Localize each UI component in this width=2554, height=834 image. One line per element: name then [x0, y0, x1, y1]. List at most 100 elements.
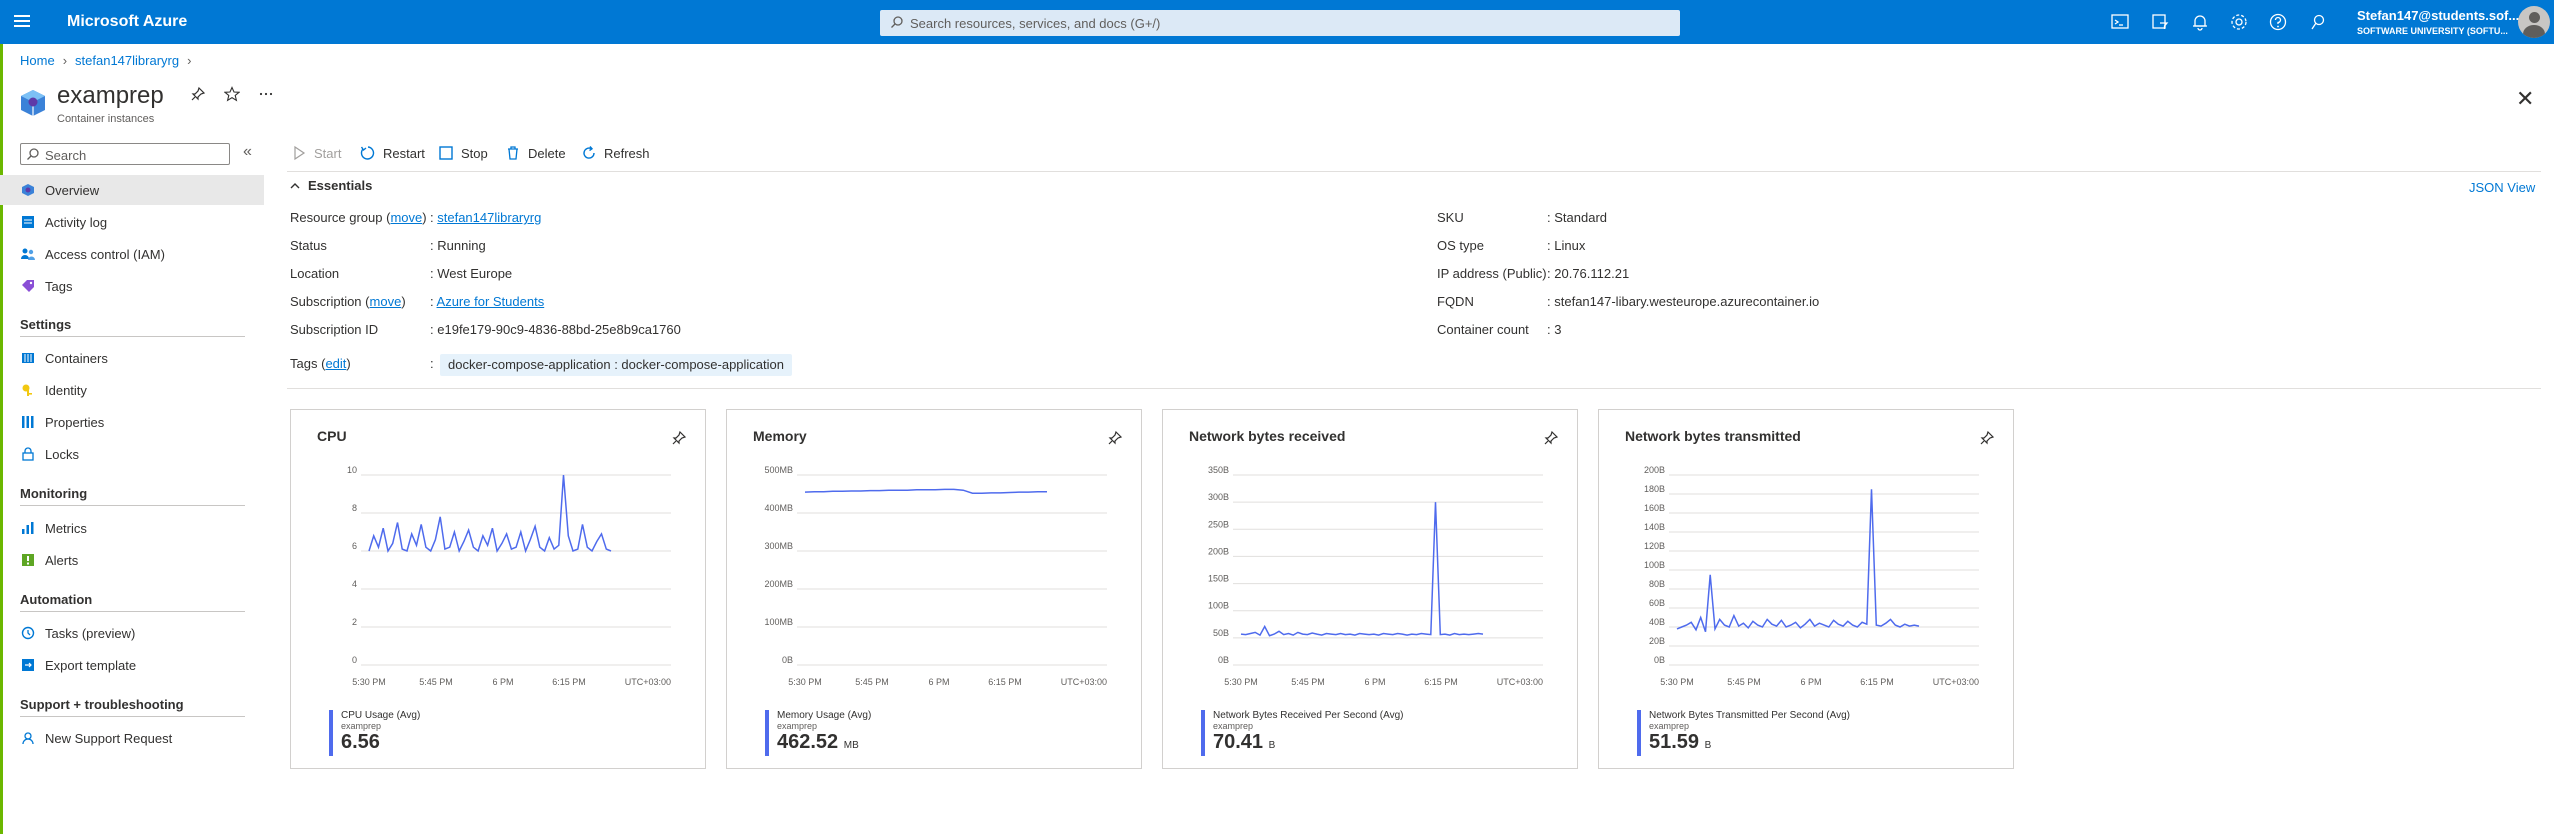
divider [20, 716, 245, 717]
stop-button[interactable]: Stop [438, 145, 488, 161]
pin-icon[interactable] [190, 86, 206, 102]
chevron-right-icon: › [62, 53, 68, 68]
tags-row: Tags (edit) [290, 356, 351, 371]
directory-filter-icon[interactable] [2150, 12, 2170, 32]
portal-brand[interactable]: Microsoft Azure [67, 13, 187, 31]
y-tick-label: 6 [352, 541, 357, 551]
x-tick-label: UTC+03:00 [625, 677, 671, 687]
sidebar-item-new-support-request[interactable]: New Support Request [0, 723, 264, 753]
sidebar-item-label: Metrics [45, 520, 87, 536]
breadcrumb-home[interactable]: Home [20, 53, 55, 68]
y-tick-label: 0B [1218, 655, 1229, 665]
start-button[interactable]: Start [291, 145, 341, 161]
avatar[interactable] [2518, 6, 2550, 38]
sidebar-item-tasks[interactable]: Tasks (preview) [0, 618, 264, 648]
user-email[interactable]: Stefan147@students.sof... [2357, 8, 2519, 23]
sidebar-item-metrics[interactable]: Metrics [0, 513, 264, 543]
colon: : [430, 210, 434, 225]
move-resource-group-link[interactable]: move [390, 210, 422, 225]
tags-label: Tags [290, 356, 318, 371]
sku-row: : Standard [1547, 210, 1607, 225]
properties-icon [20, 414, 36, 430]
help-icon[interactable] [2268, 12, 2288, 32]
y-tick-label: 140B [1644, 522, 1665, 532]
x-tick-label: 5:45 PM [855, 677, 889, 687]
refresh-button[interactable]: Refresh [581, 145, 650, 161]
legend-value: 70.41 [1213, 731, 1264, 753]
y-tick-label: 160B [1644, 503, 1665, 513]
sidebar-group-monitoring: Monitoring [20, 486, 88, 501]
notifications-icon[interactable] [2190, 12, 2210, 32]
close-icon[interactable]: ✕ [2516, 86, 2534, 112]
colon: : [430, 238, 434, 253]
sidebar-item-activity-log[interactable]: Activity log [0, 207, 264, 237]
sidebar-item-label: Containers [45, 350, 108, 366]
sidebar-item-alerts[interactable]: Alerts [0, 545, 264, 575]
feedback-icon[interactable] [2308, 12, 2328, 32]
sidebar-item-locks[interactable]: Locks [0, 439, 264, 469]
metrics-icon [20, 520, 36, 536]
legend-metric: Memory Usage (Avg) [777, 710, 872, 721]
colon: : [1547, 294, 1551, 309]
chart-card-memory[interactable]: Memory 0B 100MB 200MB 300MB 400MB 500MB 5:30 P… [726, 409, 1142, 769]
chart-card-network-received[interactable]: Network bytes received 0B 50B 100B 150B 200B… [1162, 409, 1578, 769]
legend-resource: examprep [1213, 721, 1254, 731]
x-tick-label: 6:15 PM [1424, 677, 1458, 687]
move-subscription-link[interactable]: move [370, 294, 402, 309]
fqdn-row: : stefan147-libary.westeurope.azureconta… [1547, 294, 1819, 309]
tag-chip[interactable]: docker-compose-application : docker-comp… [440, 354, 793, 376]
chart-legend: CPU Usage (Avg) examprep 6.56 [329, 710, 420, 756]
header-actions [190, 86, 274, 102]
resource-group-link[interactable]: stefan147libraryrg [437, 210, 541, 225]
more-icon[interactable] [258, 86, 274, 102]
sidebar-item-access-control[interactable]: Access control (IAM) [0, 239, 264, 269]
essentials-toggle[interactable]: Essentials [290, 178, 372, 193]
sidebar-item-tags[interactable]: Tags [0, 271, 264, 301]
sidebar-item-properties[interactable]: Properties [0, 407, 264, 437]
legend-unit: MB [843, 740, 859, 751]
y-tick-label: 40B [1649, 617, 1665, 627]
chart-card-network-transmitted[interactable]: Network bytes transmitted 0B 20B 40B 60B 80B… [1598, 409, 2014, 769]
sidebar-item-export-template[interactable]: Export template [0, 650, 264, 680]
subscription-link[interactable]: Azure for Students [437, 294, 545, 309]
y-tick-label: 350B [1208, 465, 1229, 475]
json-view-link[interactable]: JSON View [2469, 180, 2535, 195]
hamburger-menu-icon[interactable] [14, 12, 34, 32]
os-label: OS type [1437, 238, 1484, 253]
x-tick-label: UTC+03:00 [1933, 677, 1979, 687]
page-subtitle: Container instances [57, 113, 155, 125]
user-directory[interactable]: SOFTWARE UNIVERSITY (SOFTU... [2357, 26, 2508, 36]
sidebar-item-label: Export template [45, 657, 137, 673]
divider [20, 505, 245, 506]
cloud-shell-icon[interactable] [2110, 12, 2130, 32]
global-search-input[interactable]: Search resources, services, and docs (G+… [880, 10, 1680, 36]
star-icon[interactable] [224, 86, 240, 102]
sidebar-item-overview[interactable]: Overview [0, 175, 264, 205]
container-count-value: 3 [1554, 322, 1562, 337]
edit-tags-link[interactable]: edit [325, 356, 346, 371]
chart-legend: Network Bytes Transmitted Per Second (Av… [1637, 710, 1850, 756]
sidebar-item-containers[interactable]: Containers [0, 343, 264, 373]
colon: : [430, 294, 434, 309]
y-tick-label: 300MB [764, 541, 793, 551]
settings-icon[interactable] [2229, 12, 2249, 32]
collapse-sidebar-icon[interactable]: « [243, 143, 252, 161]
os-row: : Linux [1547, 238, 1585, 253]
trash-icon [508, 146, 518, 160]
delete-button[interactable]: Delete [505, 145, 566, 161]
colon: : [430, 266, 434, 281]
location-value-row: : West Europe [430, 266, 512, 281]
sidebar-item-identity[interactable]: Identity [0, 375, 264, 405]
y-tick-label: 60B [1649, 598, 1665, 608]
breadcrumb: Home › stefan147libraryrg › [20, 53, 191, 68]
lock-icon [20, 446, 36, 462]
sidebar-group-settings: Settings [20, 317, 72, 332]
restart-button[interactable]: Restart [360, 145, 425, 161]
sidebar-search-input[interactable]: Search [20, 143, 230, 165]
divider [287, 388, 2541, 389]
fqdn-value: stefan147-libary.westeurope.azurecontain… [1554, 294, 1820, 309]
breadcrumb-resource-group[interactable]: stefan147libraryrg [75, 53, 179, 68]
subscription-row: Subscription (move) [290, 294, 406, 309]
y-tick-label: 80B [1649, 579, 1665, 589]
chart-card-cpu[interactable]: CPU 0 2 4 6 8 10 5:30 PM 5:45 PM 6 PM 6:15 PM UTC+… [290, 409, 706, 769]
